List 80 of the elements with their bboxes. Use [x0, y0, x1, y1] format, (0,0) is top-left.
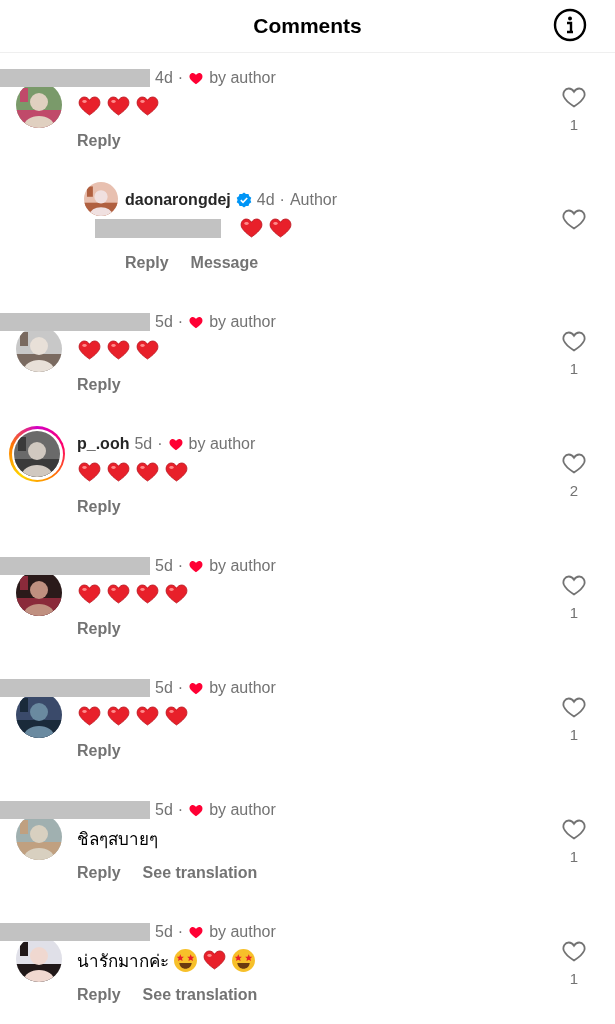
heart-emoji-icon — [77, 338, 102, 362]
heart-emoji-icon — [106, 582, 131, 606]
username-link[interactable]: p_.ooh — [77, 435, 130, 453]
heart-emoji-icon — [106, 704, 131, 728]
like-heart-icon[interactable] — [562, 86, 586, 108]
separator-dot: · — [177, 557, 184, 575]
like-count: 1 — [569, 360, 579, 377]
heart-emoji-icon — [77, 704, 102, 728]
comment-action-link[interactable]: Reply — [77, 742, 121, 760]
heart-emoji-icon — [202, 948, 227, 972]
info-icon[interactable] — [553, 8, 587, 42]
author-label: Author — [289, 191, 338, 209]
comment-time: 5d — [155, 679, 173, 697]
liked-by-author-label: by author — [209, 69, 276, 87]
heart-emoji-icon — [239, 216, 264, 240]
like-count: 2 — [569, 482, 579, 499]
liked-by-author-label: by author — [209, 923, 276, 941]
story-ring[interactable] — [9, 426, 65, 482]
heart-emoji-icon — [135, 582, 160, 606]
liked-by-author-label: by author — [188, 435, 256, 453]
heart-emoji-icon — [164, 460, 189, 484]
comment-action-link[interactable]: Reply — [77, 376, 121, 394]
heart-emoji-icon — [77, 94, 102, 118]
comment-time: 5d — [155, 923, 173, 941]
comment-action-link[interactable]: Reply — [77, 132, 121, 150]
comment-time: 5d — [155, 801, 173, 819]
like-count: 1 — [569, 726, 579, 743]
like-heart-icon[interactable] — [562, 330, 586, 352]
comment-text: ชิลๆสบายๆ — [77, 828, 158, 851]
heart-emoji-icon — [135, 460, 160, 484]
heart-emoji-icon — [106, 338, 131, 362]
comment-action-link[interactable]: Reply — [77, 620, 121, 638]
separator-dot: · — [177, 923, 184, 941]
like-count: 1 — [569, 848, 579, 865]
username-link[interactable]: daonarongdej — [125, 191, 231, 209]
separator-dot: · — [177, 69, 184, 87]
liked-by-author-label: by author — [209, 679, 276, 697]
separator-dot: · — [157, 435, 163, 453]
separator-dot: · — [177, 801, 184, 819]
like-count: 1 — [569, 604, 579, 621]
separator-dot: · — [279, 191, 285, 209]
comment-action-link[interactable]: Message — [190, 254, 259, 272]
like-count: 1 — [569, 116, 579, 133]
heart-emoji-icon — [77, 460, 102, 484]
heart-emoji-icon — [164, 704, 189, 728]
like-heart-icon[interactable] — [562, 574, 586, 596]
liked-by-author-label: by author — [209, 557, 276, 575]
comment-action-link[interactable]: Reply — [77, 986, 121, 1004]
heart-emoji-icon — [106, 94, 131, 118]
separator-dot: · — [177, 313, 184, 331]
like-heart-icon[interactable] — [562, 696, 586, 718]
comment-action-link[interactable]: See translation — [142, 986, 258, 1004]
heart-emoji-icon — [164, 582, 189, 606]
smiley-icon — [231, 947, 256, 973]
comment-time: 4d — [155, 69, 173, 87]
like-count: 1 — [569, 970, 579, 987]
comment-action-link[interactable]: See translation — [142, 864, 258, 882]
liked-by-author-label: by author — [209, 801, 276, 819]
comment-action-link[interactable]: Reply — [77, 498, 121, 516]
like-heart-icon[interactable] — [562, 208, 586, 230]
comment-time: 4d — [256, 191, 275, 209]
heart-emoji-icon — [77, 582, 102, 606]
smiley-icon — [173, 947, 198, 973]
like-heart-icon[interactable] — [562, 452, 586, 474]
comment-time: 5d — [155, 557, 173, 575]
heart-emoji-icon — [135, 338, 160, 362]
comment-text: น่ารักมากค่ะ — [77, 950, 169, 973]
heart-emoji-icon — [268, 216, 293, 240]
header-title: Comments — [253, 14, 362, 38]
comment-time: 5d — [134, 435, 153, 453]
like-heart-icon[interactable] — [562, 818, 586, 840]
heart-emoji-icon — [135, 94, 160, 118]
liked-by-author-label: by author — [209, 313, 276, 331]
heart-emoji-icon — [135, 704, 160, 728]
comment-time: 5d — [155, 313, 173, 331]
heart-emoji-icon — [106, 460, 131, 484]
like-heart-icon[interactable] — [562, 940, 586, 962]
comment-action-link[interactable]: Reply — [77, 864, 121, 882]
comment-action-link[interactable]: Reply — [125, 254, 169, 272]
separator-dot: · — [177, 679, 184, 697]
